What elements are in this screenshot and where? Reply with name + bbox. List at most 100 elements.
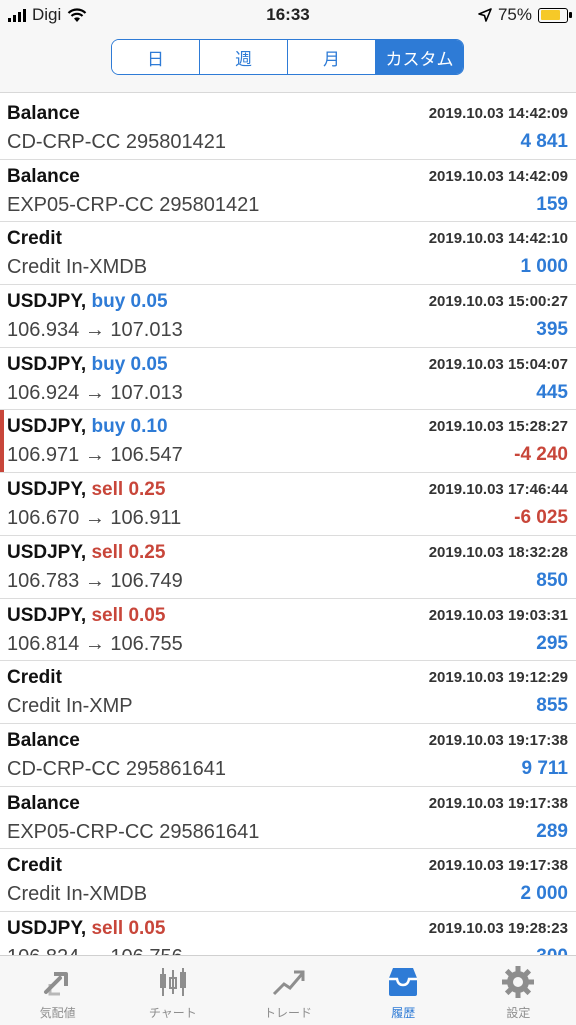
row-timestamp: 2019.10.03 14:42:10 [428,230,568,248]
row-detail: EXP05-CRP-CC 295801421 [7,193,260,216]
row-title: USDJPY, buy 0.05 [7,291,168,313]
history-row[interactable]: USDJPY, sell 0.05 106.814 → 106.755 2019.1… [0,598,576,662]
row-detail: 106.934 → 107.013 [7,319,183,342]
row-timestamp: 2019.10.03 19:12:29 [428,669,568,687]
tab-label: 設定 [506,1006,531,1020]
row-title: USDJPY, sell 0.25 [7,542,165,564]
row-symbol: Balance [7,103,80,124]
row-amount: 2 000 [520,883,568,905]
row-detail: Credit In-XMDB [7,883,148,906]
row-title: Credit [7,228,62,250]
tab-chart[interactable]: チャート [115,956,230,1025]
tab-quotes[interactable]: 気配値 [0,956,115,1025]
row-amount: 855 [536,695,568,717]
history-row[interactable]: USDJPY, buy 0.10 106.971 → 106.547 2019.10… [0,410,576,474]
row-symbol: USDJPY, [7,541,87,563]
history-row[interactable]: Balance EXP05-CRP-CC 295801421 2019.10.03 … [0,159,576,223]
trade-icon [270,964,306,1000]
row-amount: 9 711 [521,757,569,779]
row-symbol: USDJPY, [7,604,87,626]
row-title: Balance [7,166,80,188]
row-symbol: USDJPY, [7,479,87,501]
row-title: Credit [7,667,62,689]
row-symbol: Balance [7,165,80,187]
history-icon [385,964,421,1000]
row-detail: CD-CRP-CC 295801421 [7,131,226,153]
row-symbol: Balance [7,729,80,751]
row-timestamp: 2019.10.03 17:46:44 [428,481,568,499]
row-symbol: Credit [7,667,62,689]
row-title: USDJPY, buy 0.05 [7,354,168,376]
row-amount: 1 000 [520,256,568,278]
row-title: Balance [7,793,80,815]
row-timestamp: 2019.10.03 14:42:09 [428,167,568,185]
history-row[interactable]: USDJPY, buy 0.05 106.934 → 107.013 2019.10… [0,285,576,348]
period-option-2[interactable]: 月 [288,40,376,74]
row-timestamp: 2019.10.03 15:00:27 [428,293,568,311]
row-detail: Credit In-XMP [7,695,133,718]
row-title: Balance [7,103,80,125]
settings-icon [500,964,536,1000]
history-list[interactable]: Balance CD-CRP-CC 295801421 2019.10.03 14:… [0,97,576,975]
row-side-volume: sell 0.05 [91,917,166,939]
period-option-3[interactable]: カスタム [376,40,463,74]
status-bar: Digi 16:33 75% [0,0,576,30]
row-amount: -4 240 [514,444,568,466]
row-title: USDJPY, sell 0.05 [7,918,165,940]
history-row[interactable]: Credit Credit In-XMDB 2019.10.03 14:42:10 1… [0,222,576,286]
row-detail: Credit In-XMDB [7,256,148,279]
row-amount: 295 [536,632,568,654]
row-timestamp: 2019.10.03 19:17:38 [428,731,568,749]
row-detail: 106.814 → 106.755 [7,632,183,655]
location-arrow-icon [478,8,492,22]
row-detail: 106.670 → 106.911 [7,507,182,530]
row-detail: 106.783 → 106.749 [7,569,183,592]
period-selector-bar: 日週月カスタム [0,30,576,93]
quotes-icon [40,964,76,1000]
row-timestamp: 2019.10.03 15:28:27 [428,418,568,436]
history-row[interactable]: Balance CD-CRP-CC 295801421 2019.10.03 14:… [0,97,576,160]
tab-label: トレード [264,1006,313,1020]
battery-icon [538,7,572,23]
row-timestamp: 2019.10.03 19:28:23 [428,919,568,937]
row-symbol: USDJPY, [7,917,87,939]
row-side-volume: sell 0.05 [91,604,166,626]
row-amount: -6 025 [514,507,568,529]
history-row[interactable]: Credit Credit In-XMP 2019.10.03 19:12:29 85… [0,661,576,724]
row-amount: 289 [536,820,568,842]
history-row[interactable]: Credit Credit In-XMDB 2019.10.03 19:17:38 2… [0,849,576,912]
status-right: 75% [478,5,572,25]
row-title: USDJPY, sell 0.05 [7,605,165,627]
row-symbol: USDJPY, [7,291,87,313]
tab-label: 履歴 [391,1006,416,1020]
row-timestamp: 2019.10.03 14:42:09 [428,105,568,122]
history-row[interactable]: USDJPY, sell 0.25 106.783 → 106.749 2019.1… [0,535,576,599]
history-row[interactable]: USDJPY, buy 0.05 106.924 → 107.013 2019.10… [0,347,576,411]
row-side-volume: buy 0.05 [91,291,168,313]
tab-trade[interactable]: トレード [230,956,345,1025]
row-title: USDJPY, sell 0.25 [7,479,165,501]
period-option-1[interactable]: 週 [200,40,288,74]
battery-percent: 75% [497,5,532,24]
row-amount: 159 [536,193,568,215]
history-row[interactable]: Balance CD-CRP-CC 295861641 2019.10.03 19:… [0,723,576,787]
row-detail: CD-CRP-CC 295861641 [7,757,226,780]
row-detail: 106.924 → 107.013 [7,381,183,404]
period-option-0[interactable]: 日 [112,40,200,74]
row-side-volume: sell 0.25 [91,479,166,501]
row-symbol: Credit [7,228,62,250]
tab-settings[interactable]: 設定 [461,956,576,1025]
row-timestamp: 2019.10.03 19:17:38 [428,857,568,875]
chart-icon [155,964,191,1000]
history-row[interactable]: USDJPY, sell 0.25 106.670 → 106.911 2019.1… [0,473,576,536]
row-side-volume: buy 0.10 [91,416,168,438]
row-timestamp: 2019.10.03 19:17:38 [428,794,568,812]
row-symbol: Balance [7,792,80,814]
row-symbol: USDJPY, [7,353,87,375]
row-title: Credit [7,855,62,877]
history-row[interactable]: Balance EXP05-CRP-CC 295861641 2019.10.03 … [0,786,576,850]
row-symbol: Credit [7,855,62,877]
row-amount: 850 [536,569,568,591]
row-title: USDJPY, buy 0.10 [7,416,168,438]
tab-history[interactable]: 履歴 [346,956,461,1025]
